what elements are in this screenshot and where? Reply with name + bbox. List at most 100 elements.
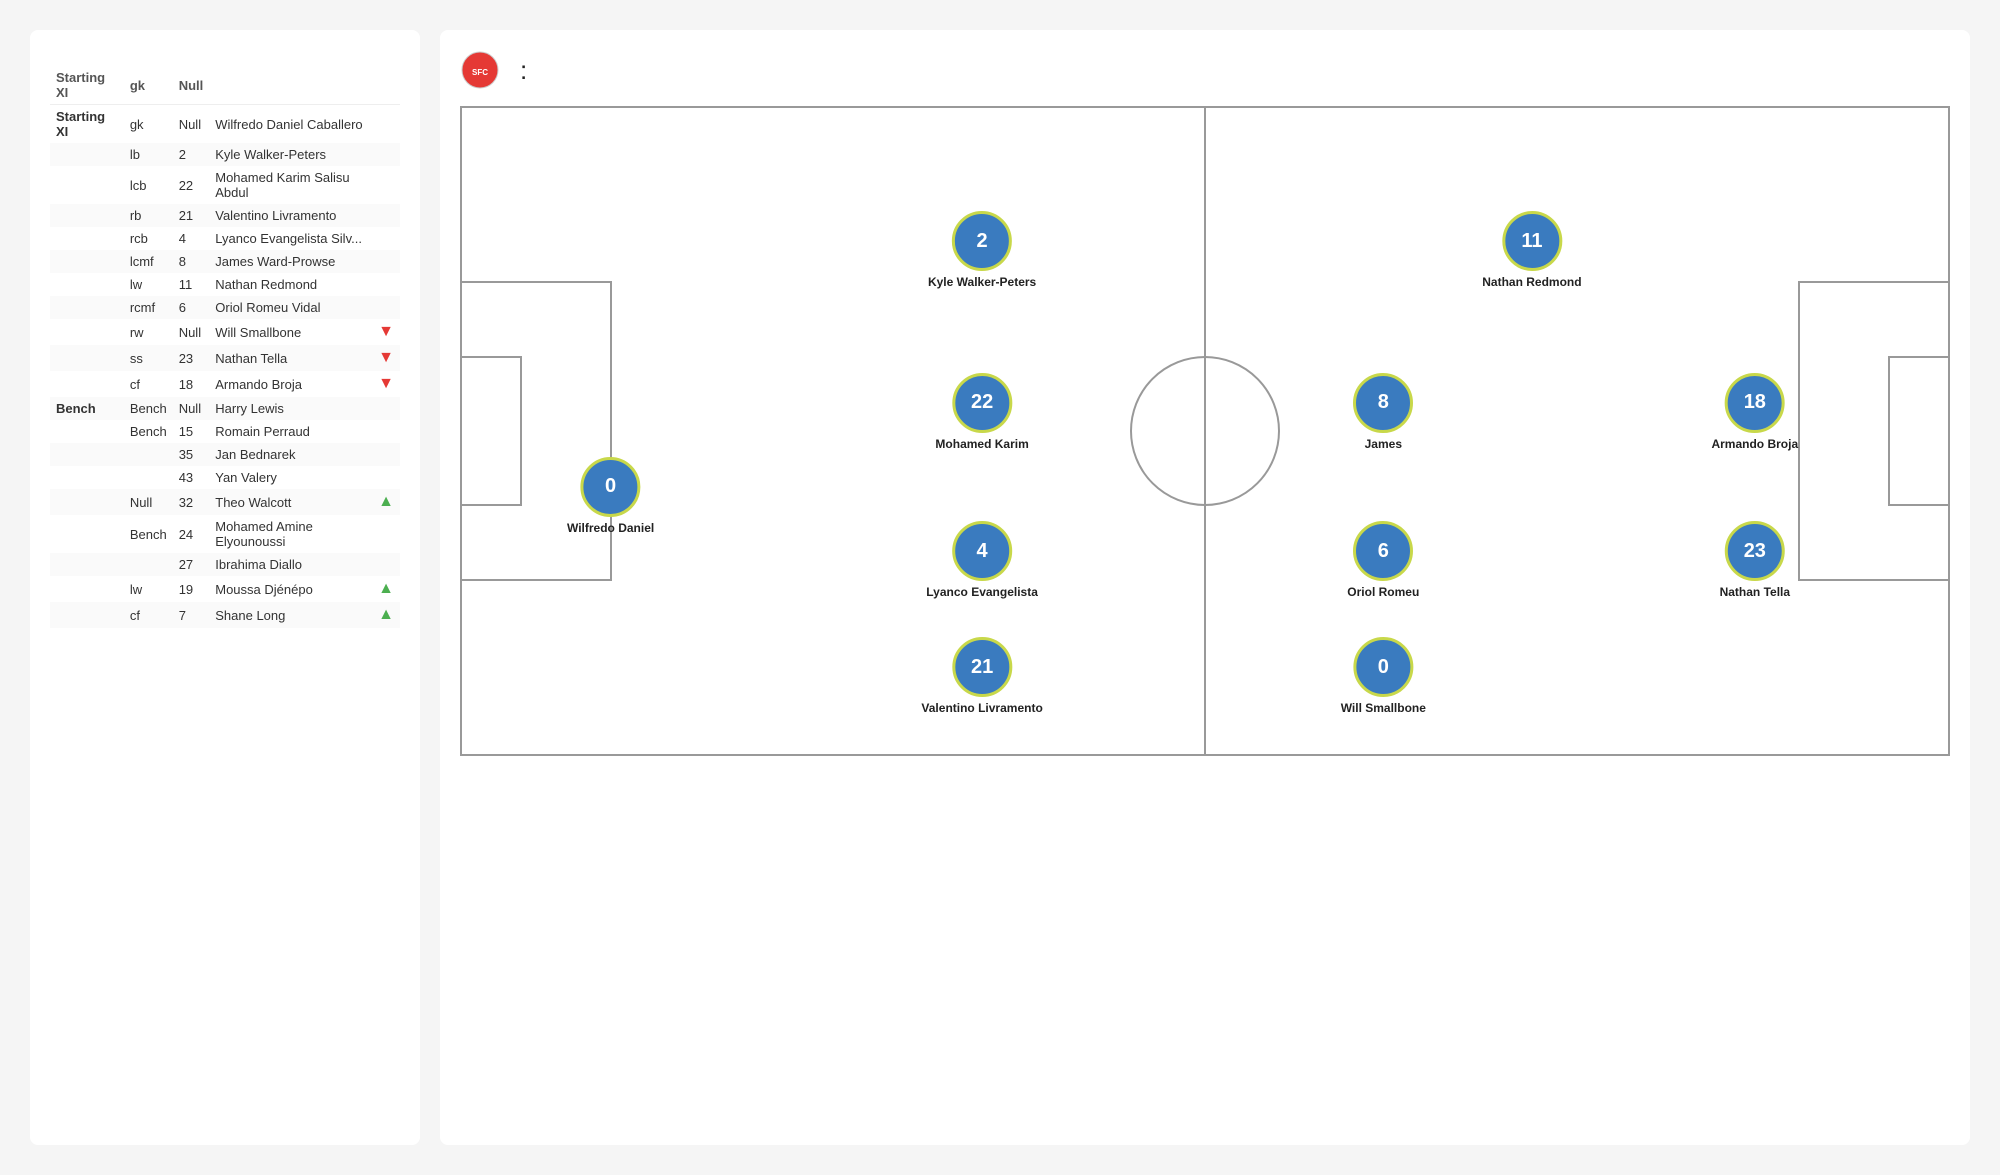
cell-section — [50, 204, 124, 227]
cell-section — [50, 553, 124, 576]
cell-name: Lyanco Evangelista Silv... — [209, 227, 372, 250]
cell-number: 19 — [173, 576, 210, 602]
table-row: rcmf6Oriol Romeu Vidal — [50, 296, 400, 319]
cell-position: rb — [124, 204, 173, 227]
cell-indicator — [372, 227, 400, 250]
cell-section — [50, 515, 124, 553]
player-node: 0Will Smallbone — [1341, 637, 1426, 715]
cell-position: gk — [124, 105, 173, 144]
cell-position: Bench — [124, 397, 173, 420]
cell-number: Null — [173, 319, 210, 345]
cell-position: lb — [124, 143, 173, 166]
cell-position — [124, 443, 173, 466]
player-label: Kyle Walker-Peters — [928, 275, 1036, 289]
cell-position: Null — [124, 489, 173, 515]
player-label: Oriol Romeu — [1347, 585, 1419, 599]
player-circle: 2 — [952, 211, 1012, 271]
cell-section: Bench — [50, 397, 124, 420]
cell-name: Nathan Redmond — [209, 273, 372, 296]
player-label: Valentino Livramento — [921, 701, 1042, 715]
center-circle — [1130, 356, 1280, 506]
cell-section — [50, 576, 124, 602]
cell-section — [50, 602, 124, 628]
cell-number: 15 — [173, 420, 210, 443]
cell-name: Jan Bednarek — [209, 443, 372, 466]
cell-indicator: ▲ — [372, 602, 400, 628]
pitch-header: SFC : — [460, 50, 1950, 90]
player-circle: 18 — [1725, 373, 1785, 433]
player-label: Nathan Redmond — [1482, 275, 1581, 289]
player-circle: 22 — [952, 373, 1012, 433]
cell-section: Starting XI — [50, 105, 124, 144]
cell-indicator: ▼ — [372, 319, 400, 345]
cell-indicator — [372, 443, 400, 466]
cell-section — [50, 371, 124, 397]
cell-indicator — [372, 466, 400, 489]
cell-section — [50, 345, 124, 371]
cell-name: Will Smallbone — [209, 319, 372, 345]
cell-position: Bench — [124, 515, 173, 553]
arrow-down-icon: ▼ — [378, 375, 394, 392]
cell-indicator — [372, 250, 400, 273]
cell-position: rcmf — [124, 296, 173, 319]
player-node: 22Mohamed Karim — [935, 373, 1028, 451]
arrow-down-icon: ▼ — [378, 349, 394, 366]
cell-number: 43 — [173, 466, 210, 489]
cell-number: 2 — [173, 143, 210, 166]
table-row: lcb22Mohamed Karim Salisu Abdul — [50, 166, 400, 204]
table-row: lw19Moussa Djénépo▲ — [50, 576, 400, 602]
cell-name: Yan Valery — [209, 466, 372, 489]
table-row: cf18Armando Broja▼ — [50, 371, 400, 397]
table-row: BenchBenchNullHarry Lewis — [50, 397, 400, 420]
cell-position: lcmf — [124, 250, 173, 273]
cell-indicator — [372, 420, 400, 443]
cell-section — [50, 166, 124, 204]
cell-position: lw — [124, 273, 173, 296]
player-label: Wilfredo Daniel — [567, 521, 654, 535]
cell-name: Theo Walcott — [209, 489, 372, 515]
colon: : — [520, 55, 527, 86]
player-node: 2 Kyle Walker-Peters — [928, 211, 1036, 289]
left-goal-area — [462, 356, 522, 506]
player-node: 6 Oriol Romeu — [1347, 521, 1419, 599]
cell-number: 23 — [173, 345, 210, 371]
cell-section — [50, 143, 124, 166]
cell-indicator — [372, 166, 400, 204]
table-row: rcb4Lyanco Evangelista Silv... — [50, 227, 400, 250]
cell-number: 4 — [173, 227, 210, 250]
cell-name: Romain Perraud — [209, 420, 372, 443]
cell-number: 35 — [173, 443, 210, 466]
table-row: Starting XIgkNullWilfredo Daniel Caballe… — [50, 105, 400, 144]
cell-name: James Ward-Prowse — [209, 250, 372, 273]
arrow-up-icon: ▲ — [378, 493, 394, 510]
table-row: 43Yan Valery — [50, 466, 400, 489]
cell-name: Nathan Tella — [209, 345, 372, 371]
player-label: Lyanco Evangelista — [926, 585, 1038, 599]
lineup-table: Starting XI gk Null Starting XIgkNullWil… — [50, 66, 400, 628]
cell-name: Mohamed Karim Salisu Abdul — [209, 166, 372, 204]
table-row: lw11Nathan Redmond — [50, 273, 400, 296]
col-number: Null — [173, 66, 210, 105]
cell-indicator: ▼ — [372, 371, 400, 397]
player-circle: 6 — [1353, 521, 1413, 581]
col-name — [209, 66, 372, 105]
player-node: 4Lyanco Evangelista — [926, 521, 1038, 599]
table-row: ss23Nathan Tella▼ — [50, 345, 400, 371]
player-node: 8James — [1353, 373, 1413, 451]
player-node: 11Nathan Redmond — [1482, 211, 1581, 289]
player-circle: 0 — [581, 457, 641, 517]
cell-number: 32 — [173, 489, 210, 515]
cell-position: rcb — [124, 227, 173, 250]
cell-number: Null — [173, 397, 210, 420]
player-label: Armando Broja — [1711, 437, 1798, 451]
cell-section — [50, 296, 124, 319]
table-row: lb2Kyle Walker-Peters — [50, 143, 400, 166]
player-node: 21Valentino Livramento — [921, 637, 1042, 715]
club-crest: SFC — [460, 50, 500, 90]
player-node: 23Nathan Tella — [1720, 521, 1790, 599]
cell-position: lw — [124, 576, 173, 602]
cell-section — [50, 319, 124, 345]
cell-section — [50, 420, 124, 443]
player-label: James — [1365, 437, 1402, 451]
left-panel: Starting XI gk Null Starting XIgkNullWil… — [30, 30, 420, 1145]
